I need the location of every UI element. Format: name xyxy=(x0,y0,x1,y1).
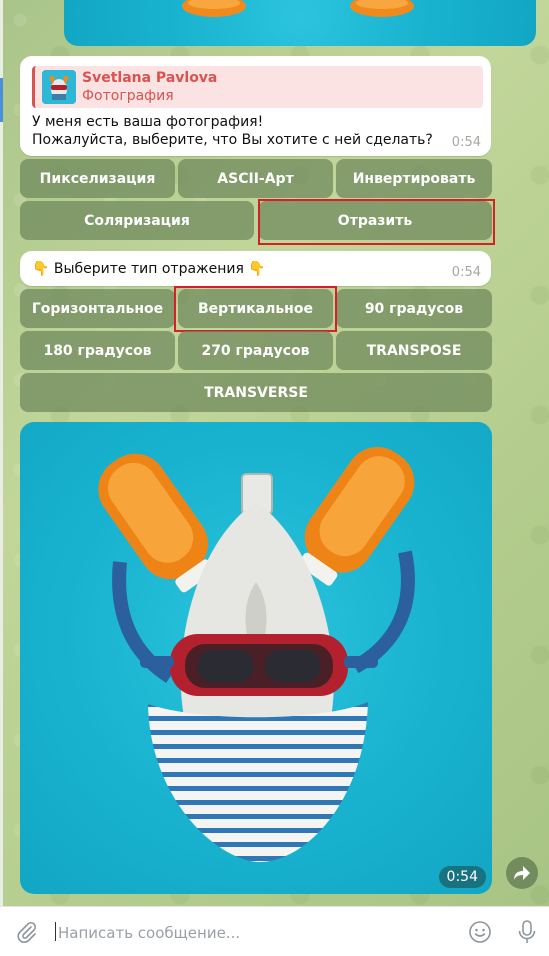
mirror-keyboard-row-3: TRANSVERSE xyxy=(20,373,492,412)
bot-message-photo-options: Svetlana Pavlova Фотография У меня есть … xyxy=(20,56,491,156)
ascii-art-button[interactable]: ASCII-Арт xyxy=(178,159,333,198)
smiley-icon[interactable] xyxy=(467,919,493,945)
invert-button[interactable]: Инвертировать xyxy=(336,159,492,198)
forward-arrow-icon xyxy=(514,866,530,880)
message-input-bar xyxy=(0,906,549,956)
message-timestamp: 0:54 xyxy=(451,135,481,150)
mirror-button[interactable]: Отразить xyxy=(258,201,492,240)
rotate-90-button[interactable]: 90 градусов xyxy=(336,289,492,328)
chat-area: Svetlana Pavlova Фотография У меня есть … xyxy=(0,0,549,906)
reply-author-name: Svetlana Pavlova xyxy=(82,70,218,86)
left-edge-strip xyxy=(0,0,3,906)
microphone-icon[interactable] xyxy=(514,919,540,945)
reply-subtitle: Фотография xyxy=(82,88,174,104)
result-photo-image xyxy=(98,446,415,862)
inline-keyboard-row-2: Соляризация Отразить xyxy=(20,201,492,240)
horizontal-button[interactable]: Горизонтальное xyxy=(20,289,175,328)
pixelize-button[interactable]: Пикселизация xyxy=(20,159,175,198)
reply-quote[interactable]: Svetlana Pavlova Фотография xyxy=(32,66,483,108)
previous-photo-image xyxy=(182,0,414,17)
reply-thumbnail-image xyxy=(42,70,76,104)
message-timestamp: 0:54 xyxy=(451,265,481,280)
transverse-button[interactable]: TRANSVERSE xyxy=(20,373,492,412)
previous-photo[interactable] xyxy=(64,0,536,46)
message-text-line-2: Пожалуйста, выберите, что Вы хотите с не… xyxy=(32,132,433,148)
message-input[interactable] xyxy=(56,919,456,947)
message-text-line-1: У меня есть ваша фотография! xyxy=(32,114,264,130)
pointing-down-emoji-right: 👇 xyxy=(248,261,266,277)
pointing-down-emoji-left: 👇 xyxy=(32,261,50,277)
vertical-button[interactable]: Вертикальное xyxy=(178,289,333,328)
mirror-type-text: Выберите тип отражения xyxy=(53,261,244,277)
mirror-keyboard-row-2: 180 градусов 270 градусов TRANSPOSE xyxy=(20,331,492,370)
solarize-button[interactable]: Соляризация xyxy=(20,201,254,240)
rotate-180-button[interactable]: 180 градусов xyxy=(20,331,175,370)
paperclip-icon[interactable] xyxy=(14,919,40,945)
mirror-keyboard-row-1: Горизонтальное Вертикальное 90 градусов xyxy=(20,289,492,328)
rotate-270-button[interactable]: 270 градусов xyxy=(178,331,333,370)
message-text: У меня есть ваша фотография! Пожалуйста,… xyxy=(32,113,472,149)
left-selection-marker xyxy=(0,78,3,122)
result-photo[interactable]: 0:54 xyxy=(20,422,492,894)
forward-button[interactable] xyxy=(506,857,538,889)
inline-keyboard-row-1: Пикселизация ASCII-Арт Инвертировать xyxy=(20,159,492,198)
bot-message-mirror-type: 👇 Выберите тип отражения 👇 0:54 xyxy=(20,251,491,286)
mirror-type-prompt: 👇 Выберите тип отражения 👇 xyxy=(32,260,472,278)
reply-photo-thumbnail xyxy=(42,70,76,104)
photo-timestamp: 0:54 xyxy=(438,866,486,888)
transpose-button[interactable]: TRANSPOSE xyxy=(336,331,492,370)
